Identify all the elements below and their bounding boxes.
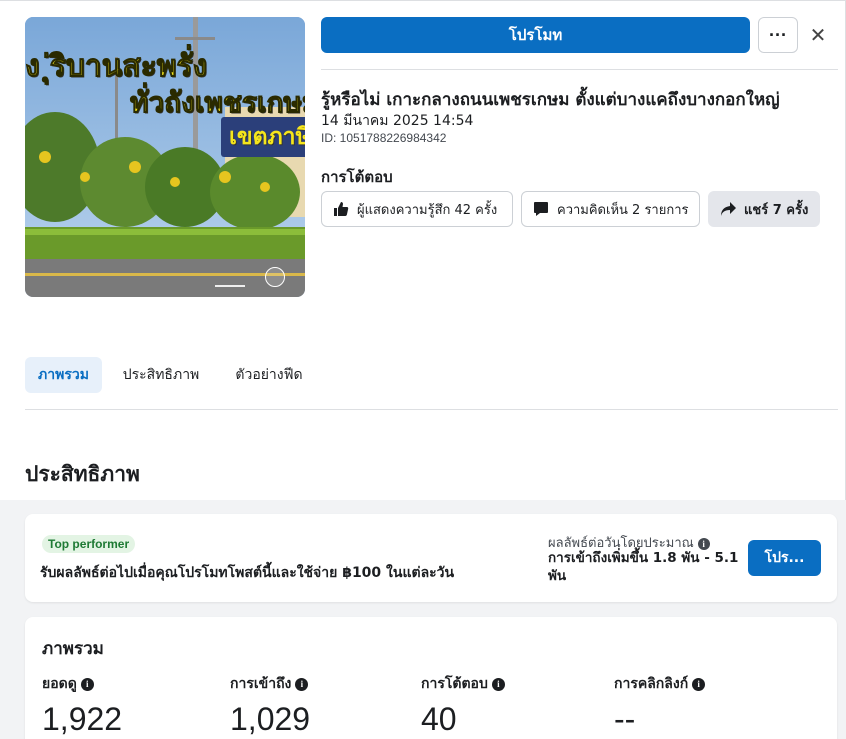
top-performer-card: Top performer รับผลลัพธ์ต่อไปเมื่อคุณโปร… <box>25 514 837 602</box>
shares-button[interactable]: แชร์ 7 ครั้ง <box>708 191 820 227</box>
performance-section-title: ประสิทธิภาพ <box>25 462 140 486</box>
info-icon[interactable]: i <box>692 677 706 691</box>
metric-label-text: การโต้ตอบ <box>421 676 488 692</box>
promote-button[interactable]: โปรโมท <box>321 17 750 53</box>
post-thumbnail[interactable]: ง ุ่ริบานสะพรั่ง ทั่วถังเพชรเกษม เขตภาษี… <box>25 17 305 297</box>
metric-label: ยอดดู i <box>42 673 122 695</box>
share-arrow-icon <box>719 200 737 218</box>
top-performer-badge: Top performer <box>42 535 136 553</box>
overview-card: ภาพรวม ยอดดู i 1,922 การเข้าถึง i 1,029 กา… <box>25 617 837 739</box>
overview-title: ภาพรวม <box>42 639 104 659</box>
metric-label-text: การคลิกลิงก์ <box>614 676 689 692</box>
metric-views: ยอดดู i 1,922 <box>42 673 122 738</box>
metric-value: 1,029 <box>230 701 311 737</box>
thumbs-up-icon <box>332 200 350 218</box>
comments-button[interactable]: ความคิดเห็น 2 รายการ <box>521 191 700 227</box>
post-id: ID: 1051788226984342 <box>321 131 447 145</box>
metric-value: 40 <box>421 701 457 737</box>
info-icon[interactable]: i <box>295 677 309 691</box>
shares-label: แชร์ 7 ครั้ง <box>744 202 809 218</box>
metric-label: การเข้าถึง i <box>230 673 310 695</box>
close-icon: ✕ <box>809 24 827 47</box>
likes-label: ผู้แสดงความรู้สึก 42 ครั้ง <box>357 202 498 218</box>
info-icon[interactable]: i <box>491 677 505 691</box>
tabs-divider <box>25 409 838 410</box>
post-date: 14 มีนาคม 2025 14:54 <box>321 113 474 129</box>
more-button[interactable]: ··· <box>758 17 798 53</box>
thumbnail-logo-icon <box>265 267 285 287</box>
tab-overview[interactable]: ภาพรวม <box>25 357 102 393</box>
close-button[interactable]: ✕ <box>806 20 830 50</box>
metric-value: -- <box>614 701 636 737</box>
info-icon[interactable]: i <box>697 537 710 550</box>
metric-label: การคลิกลิงก์ i <box>614 673 706 695</box>
metric-engagement: การโต้ตอบ i 40 <box>421 673 505 738</box>
tab-performance[interactable]: ประสิทธิภาพ <box>114 357 208 393</box>
metric-value: 1,922 <box>42 701 123 737</box>
post-title: รู้หรือไม่ เกาะกลางถนนเพชรเกษม ตั้งแต่บา… <box>321 90 780 110</box>
top-border <box>0 0 846 1</box>
promote-suggestion-text: รับผลลัพธ์ต่อไปเมื่อคุณโปรโมทโพสต์นี้และ… <box>40 565 455 581</box>
thumbnail-text-line3: เขตภาษีเ <box>221 117 305 157</box>
more-dots-icon: ··· <box>769 24 787 45</box>
metric-link-clicks: การคลิกลิงก์ i -- <box>614 673 706 738</box>
metric-reach: การเข้าถึง i 1,029 <box>230 673 310 738</box>
comment-icon <box>532 200 550 218</box>
info-icon[interactable]: i <box>80 677 94 691</box>
responses-heading: การโต้ตอบ <box>321 168 393 186</box>
header-divider <box>321 69 838 70</box>
metric-label: การโต้ตอบ i <box>421 673 505 695</box>
metric-label-text: ยอดดู <box>42 676 77 692</box>
tab-feed-preview[interactable]: ตัวอย่างฟีด <box>225 357 313 393</box>
promote-card-button[interactable]: โปร... <box>748 540 821 576</box>
likes-button[interactable]: ผู้แสดงความรู้สึก 42 ครั้ง <box>321 191 513 227</box>
metric-label-text: การเข้าถึง <box>230 676 292 692</box>
estimate-value: การเข้าถึงเพิ่มขึ้น 1.8 พัน - 5.1 พัน <box>548 550 739 584</box>
comments-label: ความคิดเห็น 2 รายการ <box>557 202 689 218</box>
